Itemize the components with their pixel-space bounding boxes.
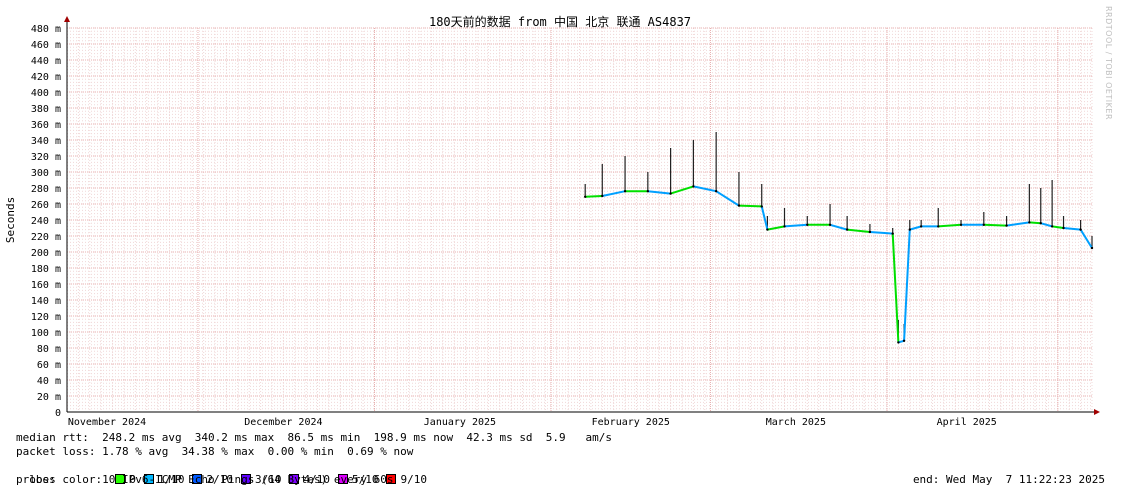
- y-tick-label: 380 m: [31, 104, 61, 115]
- median-rtt-segment: [784, 223, 808, 228]
- median-rtt-point: [868, 230, 872, 234]
- median-rtt-point: [692, 185, 695, 188]
- median-rtt-point: [1028, 221, 1031, 224]
- median-rtt-point: [1090, 246, 1094, 250]
- median-rtt-point: [766, 228, 769, 231]
- median-rtt-segment: [602, 190, 626, 197]
- y-tick-label: 280 m: [31, 184, 61, 195]
- median-rtt-segment: [738, 204, 762, 208]
- y-tick-label: 440 m: [31, 56, 61, 67]
- y-tick-label: 60 m: [37, 360, 61, 371]
- y-tick-label: 40 m: [37, 376, 61, 387]
- median-rtt-point: [891, 232, 894, 235]
- y-tick-label: 400 m: [31, 88, 61, 99]
- x-tick-label: April 2025: [937, 417, 997, 428]
- y-tick-label: 160 m: [31, 280, 61, 291]
- y-tick-label: 140 m: [31, 296, 61, 307]
- rtt-series: [583, 132, 1094, 344]
- probe-line: probe: 10 IPv6-ICMP Echo Pings (64 Bytes…: [16, 473, 394, 486]
- median-rtt-segment: [760, 206, 769, 230]
- y-tick-label: 180 m: [31, 264, 61, 275]
- median-rtt-point: [959, 223, 963, 226]
- median-rtt-segment: [829, 223, 848, 231]
- median-rtt-point: [845, 228, 849, 231]
- median-rtt-point: [806, 223, 809, 226]
- x-tick-label: November 2024: [68, 417, 146, 428]
- y-tick-label: 0: [55, 408, 61, 419]
- median-rtt-segment: [585, 195, 603, 198]
- median-rtt-point: [783, 225, 786, 228]
- y-tick-label: 200 m: [31, 248, 61, 259]
- x-tick-label: January 2025: [424, 417, 496, 428]
- median-rtt-point: [714, 190, 718, 193]
- median-rtt-point: [1050, 225, 1054, 228]
- x-tick-label: February 2025: [592, 417, 670, 428]
- median-rtt-point: [583, 195, 587, 198]
- rrdtool-credit: RRDTOOL / TOBI OETIKER: [1104, 6, 1113, 121]
- median-rtt-point: [919, 225, 923, 228]
- median-rtt-segment: [1051, 225, 1064, 229]
- chart-title: 180天前的数据 from 中国 北京 联通 AS4837: [429, 14, 691, 29]
- packet-loss-line: packet loss: 1.78 % avg 34.38 % max 0.00…: [16, 445, 414, 458]
- y-tick-label: 260 m: [31, 200, 61, 211]
- y-tick-label: 300 m: [31, 168, 61, 179]
- y-tick-label: 480 m: [31, 24, 61, 35]
- y-tick-label: 240 m: [31, 216, 61, 227]
- loss-color-item-label: 9/10: [400, 473, 427, 486]
- median-rtt-point: [1062, 226, 1065, 230]
- x-axis-tick-labels: November 2024 December 2024 January 2025 Fe…: [68, 417, 997, 428]
- median-rtt-point: [908, 228, 911, 231]
- median-rtt-point: [601, 194, 604, 198]
- x-tick-label: December 2024: [244, 417, 322, 428]
- median-rtt-point: [760, 205, 763, 208]
- y-tick-label: 80 m: [37, 344, 61, 355]
- y-axis-label: Seconds: [4, 197, 17, 243]
- median-rtt-point: [897, 341, 900, 344]
- y-tick-label: 340 m: [31, 136, 61, 147]
- rtt-chart: 0 20 m 40 m 60 m 80 m 100 m 120 m 140 m 160 m 180…: [4, 14, 1100, 428]
- end-time: end: Wed May 7 11:22:23 2025: [912, 473, 1105, 486]
- y-tick-label: 460 m: [31, 40, 61, 51]
- y-tick-label: 220 m: [31, 232, 61, 243]
- median-rtt-point: [1079, 228, 1082, 231]
- median-rtt-segment: [847, 228, 871, 233]
- y-tick-label: 20 m: [37, 392, 61, 403]
- y-tick-label: 420 m: [31, 72, 61, 83]
- y-tick-label: 320 m: [31, 152, 61, 163]
- median-rtt-line: median rtt: 248.2 ms avg 340.2 ms max 86…: [16, 431, 613, 444]
- y-axis-arrow: [64, 16, 70, 22]
- median-rtt-point: [982, 223, 986, 226]
- median-rtt-segment: [938, 223, 962, 228]
- median-rtt-segment: [903, 229, 911, 341]
- y-tick-label: 120 m: [31, 312, 61, 323]
- x-tick-label: March 2025: [766, 417, 826, 428]
- median-rtt-segment: [1029, 221, 1041, 225]
- median-rtt-point: [1005, 224, 1008, 227]
- x-axis-arrow: [1094, 409, 1100, 415]
- median-rtt-point: [828, 223, 832, 226]
- median-rtt-point: [646, 190, 650, 193]
- median-rtt-segment: [869, 231, 893, 235]
- median-rtt-point: [623, 190, 627, 193]
- median-rtt-point: [669, 192, 672, 195]
- y-tick-label: 360 m: [31, 120, 61, 131]
- median-rtt-point: [737, 204, 741, 207]
- median-rtt-point: [937, 225, 940, 228]
- median-rtt-point: [902, 339, 906, 342]
- y-tick-label: 100 m: [31, 328, 61, 339]
- median-rtt-segment: [983, 223, 1007, 227]
- y-axis-tick-labels: 0 20 m 40 m 60 m 80 m 100 m 120 m 140 m 160 m 180…: [31, 24, 61, 419]
- median-rtt-point: [1039, 222, 1042, 225]
